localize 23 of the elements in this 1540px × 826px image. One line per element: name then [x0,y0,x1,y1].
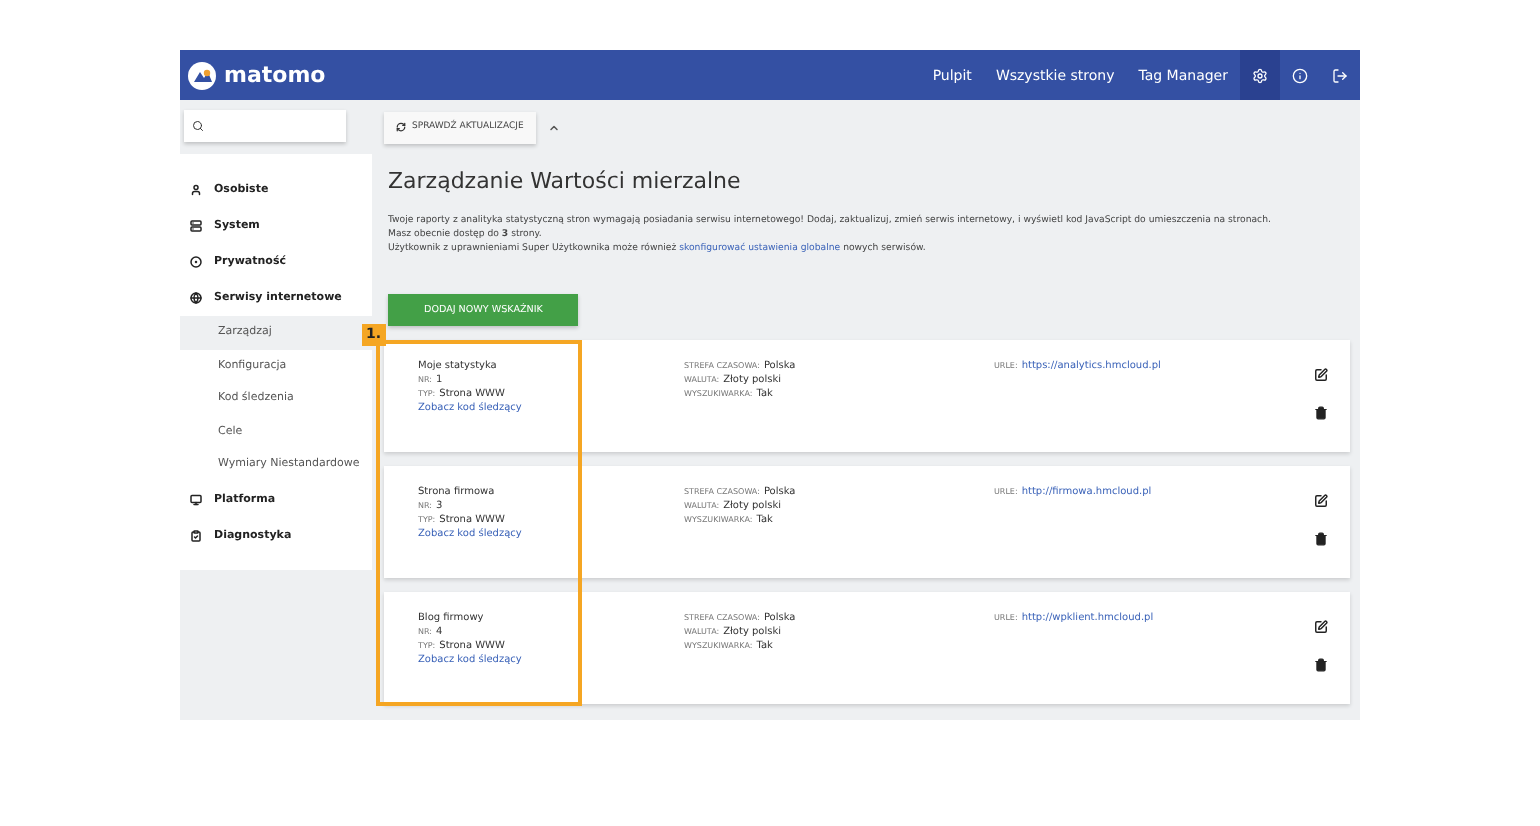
trash-icon[interactable] [1313,532,1327,546]
edit-icon[interactable] [1313,368,1327,382]
refresh-icon [396,122,406,132]
logout-icon [1332,67,1348,83]
logo-icon [188,61,216,89]
person-icon [190,184,202,196]
edit-icon[interactable] [1313,494,1327,508]
edit-icon[interactable] [1313,620,1327,634]
trash-icon[interactable] [1313,658,1327,672]
page-title: Zarządzanie Wartości mierzalne [388,168,743,194]
globe-icon [190,292,202,304]
search-field[interactable] [184,110,346,142]
search-icon [192,120,204,132]
server-icon [190,220,202,232]
info-icon [1292,67,1308,83]
settings-icon [1252,67,1268,83]
trash-icon[interactable] [1313,406,1327,420]
monitor-icon [190,493,202,505]
nav-icon-tab[interactable] [1240,50,1280,100]
caret-icon[interactable] [547,121,560,133]
logo-text: matomo [224,62,326,88]
dot-circle-icon [190,256,202,268]
clipboard-icon [190,529,202,541]
